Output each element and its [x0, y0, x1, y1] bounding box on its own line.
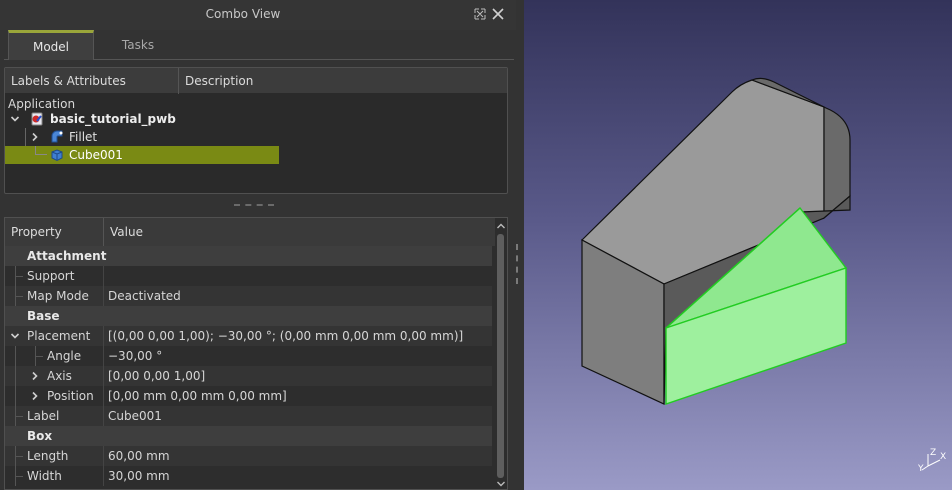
- close-icon[interactable]: [490, 6, 506, 22]
- chevron-down-icon[interactable]: [9, 110, 21, 128]
- property-group-box[interactable]: Box: [5, 426, 492, 446]
- chevron-right-icon[interactable]: [29, 386, 41, 406]
- cube001-label: Cube001: [69, 148, 123, 162]
- tree-header: Labels & Attributes Description: [5, 68, 507, 94]
- column-divider: [103, 366, 104, 386]
- axis-cross-indicator: X Y Z: [918, 448, 948, 476]
- tree-guide-line: [15, 276, 23, 277]
- property-group-base[interactable]: Base: [5, 306, 492, 326]
- document-icon: [30, 112, 44, 126]
- tree-guide-line: [15, 386, 16, 406]
- panel-splitter-handle[interactable]: [234, 204, 274, 208]
- property-row-axis[interactable]: Axis [0,00 0,00 1,00]: [5, 366, 492, 386]
- tree-guide-line: [15, 296, 23, 297]
- model-tree: Labels & Attributes Description Applicat…: [4, 67, 508, 194]
- column-divider: [103, 446, 104, 466]
- tab-tasks[interactable]: Tasks: [100, 30, 176, 60]
- column-header-property[interactable]: Property: [5, 218, 104, 246]
- document-label: basic_tutorial_pwb: [50, 112, 176, 126]
- column-divider: [103, 266, 104, 286]
- fillet-icon: [50, 130, 64, 144]
- chevron-right-icon[interactable]: [29, 128, 41, 146]
- tree-guide-line: [35, 356, 43, 357]
- property-row-length[interactable]: Length 60,00 mm: [5, 446, 492, 466]
- combo-tabs: Model Tasks: [4, 30, 514, 60]
- tree-item-document[interactable]: basic_tutorial_pwb: [5, 110, 505, 128]
- tree-guide-line: [35, 146, 47, 155]
- undock-icon[interactable]: [472, 6, 488, 22]
- cube-icon: [50, 148, 64, 162]
- axis-label-x: X: [940, 452, 947, 462]
- property-row-width[interactable]: Width 30,00 mm: [5, 466, 492, 486]
- tree-guide-line: [15, 366, 16, 386]
- scrollbar-thumb[interactable]: [497, 234, 504, 478]
- tab-model[interactable]: Model: [8, 30, 94, 60]
- combo-view-panel: Combo View Model Tasks Labels & Attribut…: [0, 0, 524, 490]
- tree-item-fillet[interactable]: Fillet: [5, 128, 505, 164]
- tree-guide-line: [15, 476, 23, 477]
- property-row-placement[interactable]: Placement [(0,00 0,00 1,00); −30,00 °; (…: [5, 326, 492, 346]
- 3d-scene[interactable]: [524, 0, 952, 490]
- combo-view-titlebar: Combo View: [0, 0, 516, 30]
- combo-view-title: Combo View: [205, 7, 281, 21]
- column-divider: [103, 406, 104, 426]
- tree-guide-line: [15, 416, 23, 417]
- property-group-attachment[interactable]: Attachment: [5, 246, 492, 266]
- column-divider: [103, 466, 104, 486]
- column-divider: [103, 326, 104, 346]
- property-row-map-mode[interactable]: Map Mode Deactivated: [5, 286, 492, 306]
- axis-label-z: Z: [930, 448, 937, 458]
- property-row-label[interactable]: Label Cube001: [5, 406, 492, 426]
- tree-guide-line: [15, 346, 16, 366]
- 3d-viewport[interactable]: X Y Z: [524, 0, 952, 490]
- column-divider: [103, 346, 104, 366]
- column-header-description[interactable]: Description: [179, 68, 379, 94]
- column-header-labels[interactable]: Labels & Attributes: [5, 68, 179, 94]
- property-editor: Property Value Attachment Support Map Mo…: [4, 217, 508, 490]
- axis-label-y: Y: [918, 464, 924, 474]
- property-row-angle[interactable]: Angle −30,00 °: [5, 346, 492, 366]
- column-divider: [103, 386, 104, 406]
- column-header-value[interactable]: Value: [104, 218, 404, 246]
- scroll-up-icon[interactable]: [496, 220, 506, 230]
- fillet-label: Fillet: [69, 130, 98, 144]
- chevron-right-icon[interactable]: [29, 366, 41, 386]
- chevron-down-icon[interactable]: [9, 326, 21, 346]
- tree-guide-line: [15, 456, 23, 457]
- column-divider: [103, 286, 104, 306]
- tree-item-cube001[interactable]: Cube001: [5, 146, 279, 164]
- property-scrollbar[interactable]: [495, 218, 507, 489]
- property-header: Property Value: [5, 218, 507, 246]
- panel-resize-grip[interactable]: [516, 244, 520, 284]
- scroll-down-icon[interactable]: [496, 478, 506, 488]
- property-row-position[interactable]: Position [0,00 mm 0,00 mm 0,00 mm]: [5, 386, 492, 406]
- property-row-support[interactable]: Support: [5, 266, 492, 286]
